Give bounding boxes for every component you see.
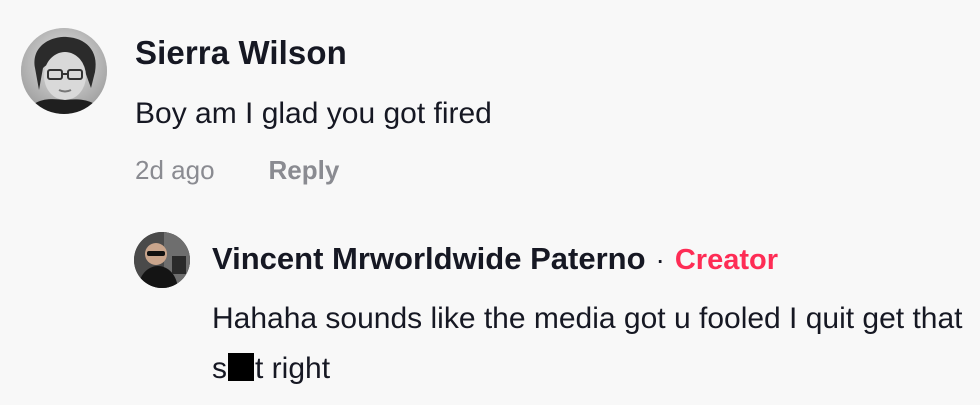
redaction-block	[228, 353, 254, 381]
comments-panel: Sierra Wilson Boy am I glad you got fire…	[0, 0, 980, 405]
reply-button[interactable]: Reply	[269, 154, 340, 186]
reply-avatar[interactable]	[134, 232, 190, 288]
comment: Sierra Wilson Boy am I glad you got fire…	[135, 32, 955, 186]
reply-text: Hahaha sounds like the media got u foole…	[212, 294, 972, 394]
reply-comment: Vincent Mrworldwide Paterno · Creator Ha…	[212, 238, 972, 394]
comment-author[interactable]: Sierra Wilson	[135, 32, 955, 74]
reply-text-part: t right	[255, 352, 331, 385]
reply-header: Vincent Mrworldwide Paterno · Creator	[212, 238, 972, 280]
comment-text: Boy am I glad you got fired	[135, 97, 492, 130]
separator-dot: ·	[655, 244, 665, 275]
creator-avatar-icon	[134, 232, 190, 288]
comment-timestamp: 2d ago	[135, 155, 215, 185]
comment-meta: 2d ago Reply	[135, 154, 955, 186]
reply-author[interactable]: Vincent Mrworldwide Paterno	[212, 238, 646, 280]
creator-badge: Creator	[674, 244, 778, 276]
avatar[interactable]	[21, 28, 107, 114]
user-avatar-icon	[21, 28, 107, 114]
